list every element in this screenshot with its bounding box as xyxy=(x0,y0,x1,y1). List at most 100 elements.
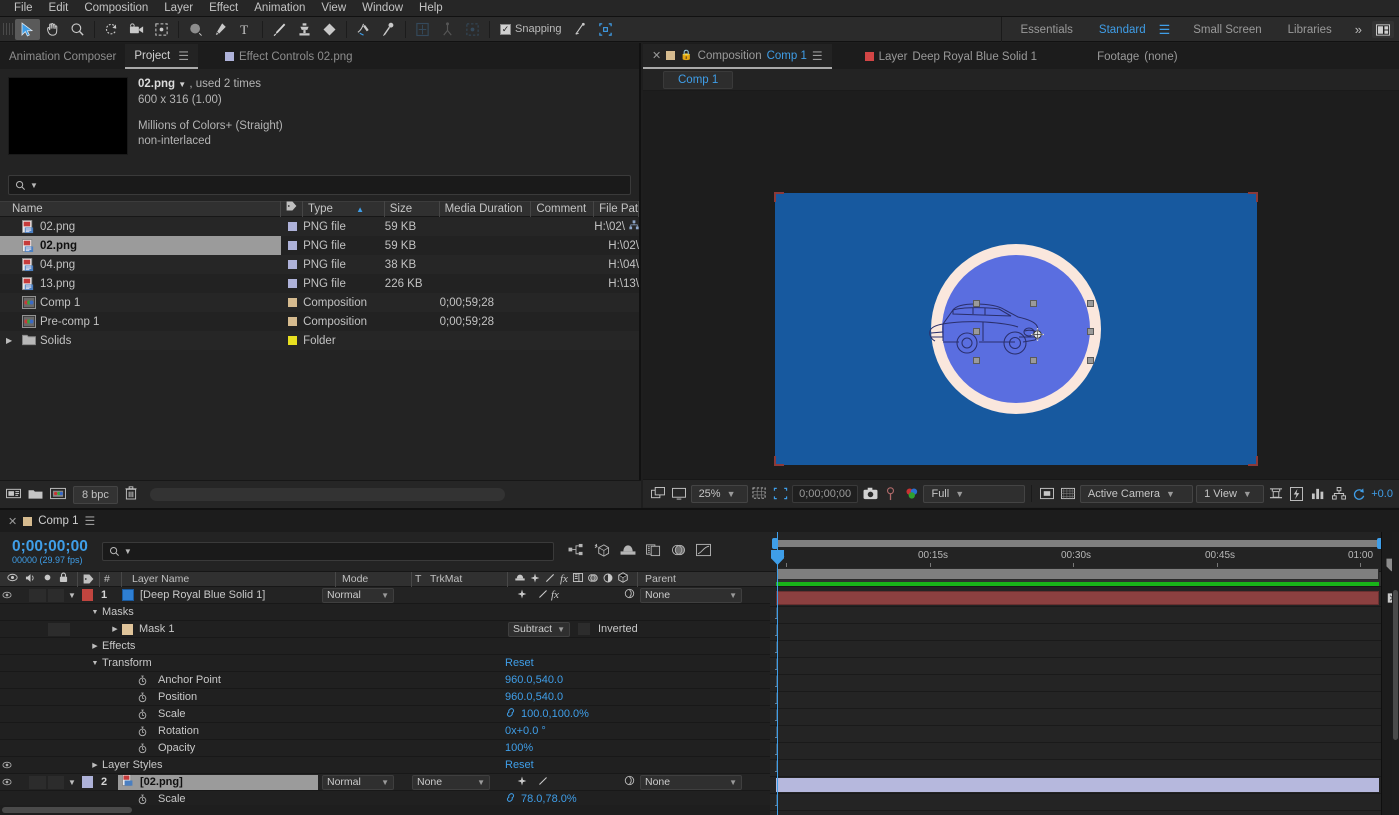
timeline-search-input[interactable]: ▼ xyxy=(101,542,554,561)
hide-shy-layers-icon[interactable] xyxy=(620,543,636,560)
current-time-indicator[interactable] xyxy=(771,532,784,815)
shy-switch-icon[interactable] xyxy=(515,573,525,585)
selection-handle-tr[interactable] xyxy=(1087,300,1094,307)
menu-item-layer[interactable]: Layer xyxy=(156,0,201,17)
timeline-lane[interactable]: ⌡ xyxy=(770,709,1399,726)
layer-mode-select[interactable]: Normal ▼ xyxy=(318,774,394,790)
effects-switch-icon[interactable]: fx xyxy=(560,573,568,585)
snapshot-icon[interactable] xyxy=(861,484,879,503)
interpret-footage-icon[interactable] xyxy=(6,487,21,503)
timeline-lane[interactable]: ⌡ xyxy=(770,641,1399,658)
timeline-horizontal-scrollbar[interactable] xyxy=(0,805,770,815)
timeline-lane[interactable]: ⌡ xyxy=(770,607,1399,624)
parent-pickwhip-icon[interactable] xyxy=(624,588,635,602)
column-header-label-icon[interactable] xyxy=(281,201,304,217)
project-row-label-swatch[interactable] xyxy=(281,241,303,250)
project-row[interactable]: Comp 1 Composition 0;00;59;28 xyxy=(0,293,639,312)
snapping-checkbox[interactable]: ✓ xyxy=(500,23,511,35)
layer-mode-select[interactable]: Normal ▼ xyxy=(318,587,394,603)
panel-menu-icon[interactable]: ☰ xyxy=(178,49,189,63)
property-value[interactable]: 100.0,100.0% xyxy=(505,708,589,720)
composition-mini-flowchart-icon[interactable] xyxy=(568,543,584,560)
starch-tool[interactable] xyxy=(435,19,460,40)
transform-box-icon[interactable] xyxy=(593,19,618,40)
new-composition-icon[interactable] xyxy=(50,487,66,503)
workspace-small-screen[interactable]: Small Screen xyxy=(1180,24,1274,36)
layer-label-swatch[interactable] xyxy=(79,589,96,601)
eraser-tool[interactable] xyxy=(317,19,342,40)
pan-behind-tool[interactable] xyxy=(149,19,174,40)
group-disclosure-triangle[interactable]: ▼ xyxy=(88,660,102,667)
camera-tool[interactable] xyxy=(124,19,149,40)
project-row-name-cell[interactable]: Comp 1 xyxy=(0,293,281,312)
collapse-transformations-switch[interactable] xyxy=(517,589,527,602)
selection-handle-bc[interactable] xyxy=(1030,357,1037,364)
rotation-tool[interactable] xyxy=(99,19,124,40)
parent-select[interactable]: None ▼ xyxy=(640,774,742,790)
fast-previews-icon[interactable] xyxy=(1288,484,1306,503)
hand-tool[interactable] xyxy=(40,19,65,40)
comp-panel-menu-icon[interactable]: ☰ xyxy=(812,49,823,63)
tab-layer-deep-royal-blue-solid[interactable]: Layer Deep Royal Blue Solid 1 xyxy=(856,44,1046,69)
toggle-mask-icon[interactable] xyxy=(1038,484,1056,503)
frame-blending-icon[interactable] xyxy=(645,543,661,560)
mask-mode-select[interactable]: Subtract ▼ xyxy=(508,621,570,637)
selection-handle-tl[interactable] xyxy=(973,300,980,307)
timeline-lane[interactable]: ⌡ xyxy=(770,658,1399,675)
timeline-lane[interactable]: ⌡ xyxy=(770,692,1399,709)
workspace-overflow-icon[interactable]: » xyxy=(1345,22,1372,37)
draft-3d-icon[interactable] xyxy=(594,543,610,561)
stopwatch-icon[interactable] xyxy=(136,709,149,720)
tab-composition-comp1[interactable]: ✕ 🔒 Composition Comp 1 ☰ xyxy=(643,44,832,69)
collapse-transformations-icon[interactable] xyxy=(530,572,540,586)
quality-switch[interactable] xyxy=(538,589,548,602)
transparency-grid-icon[interactable] xyxy=(1059,484,1077,503)
link-dimensions-icon[interactable] xyxy=(505,793,516,805)
anchor-point-icon[interactable] xyxy=(1031,328,1044,341)
always-preview-icon[interactable] xyxy=(649,484,667,503)
trkmat-select[interactable]: None ▼ xyxy=(412,774,490,790)
lock-icon[interactable]: 🔒 xyxy=(680,50,692,61)
collapse-transformations-switch[interactable] xyxy=(517,776,527,789)
effects-switch-icon[interactable]: fx xyxy=(551,589,559,601)
project-row-name-cell[interactable]: 02.png xyxy=(0,217,281,236)
property-value[interactable]: 100% xyxy=(505,742,533,754)
h-scrollbar-thumb[interactable] xyxy=(2,807,132,813)
project-row-label-swatch[interactable] xyxy=(281,260,303,269)
delete-icon[interactable] xyxy=(125,486,137,503)
tab-project[interactable]: Project ☰ xyxy=(125,44,198,69)
shape-tool[interactable] xyxy=(183,19,208,40)
timeline-panel-menu-icon[interactable]: ☰ xyxy=(85,514,96,528)
menu-item-animation[interactable]: Animation xyxy=(246,0,313,17)
column-header-t[interactable]: T xyxy=(412,572,426,587)
parent-pickwhip-icon[interactable] xyxy=(624,775,635,789)
project-row-name-cell[interactable]: 13.png xyxy=(0,274,281,293)
new-folder-icon[interactable] xyxy=(28,487,43,503)
group-disclosure-triangle[interactable]: ▶ xyxy=(88,761,102,769)
lock-icon[interactable] xyxy=(59,572,68,586)
column-header-mode[interactable]: Mode xyxy=(336,571,412,587)
selection-handle-bl[interactable] xyxy=(973,357,980,364)
toolbar-grip[interactable] xyxy=(3,20,13,38)
workspace-libraries[interactable]: Libraries xyxy=(1275,24,1345,36)
puppet-pin-tool[interactable] xyxy=(376,19,401,40)
mask-inverted-checkbox[interactable] xyxy=(578,623,590,635)
quality-switch[interactable] xyxy=(538,776,548,789)
project-row-name-cell[interactable]: 04.png xyxy=(0,255,281,274)
menu-item-composition[interactable]: Composition xyxy=(76,0,156,17)
main-viewer-icon[interactable] xyxy=(670,484,688,503)
project-row-label-swatch[interactable] xyxy=(281,298,303,307)
grid-guides-icon[interactable] xyxy=(751,484,769,503)
bit-depth-button[interactable]: 8 bpc xyxy=(73,485,118,504)
project-row-name-cell[interactable]: ▶ Solids xyxy=(0,331,281,350)
selection-handle-ml[interactable] xyxy=(973,328,980,335)
project-row[interactable]: 02.png PNG file 59 KB H:\02\ xyxy=(0,236,639,255)
project-row[interactable]: 02.png PNG file 59 KB H:\02\ xyxy=(0,217,639,236)
layer-name[interactable]: [02.png] xyxy=(118,774,318,790)
brush-tool[interactable] xyxy=(267,19,292,40)
column-header-name[interactable]: Name xyxy=(0,201,282,217)
snapping-control[interactable]: ✓ Snapping xyxy=(500,23,562,35)
composition-canvas[interactable] xyxy=(643,91,1399,479)
stopwatch-icon[interactable] xyxy=(136,743,149,754)
stopwatch-icon[interactable] xyxy=(136,692,149,703)
